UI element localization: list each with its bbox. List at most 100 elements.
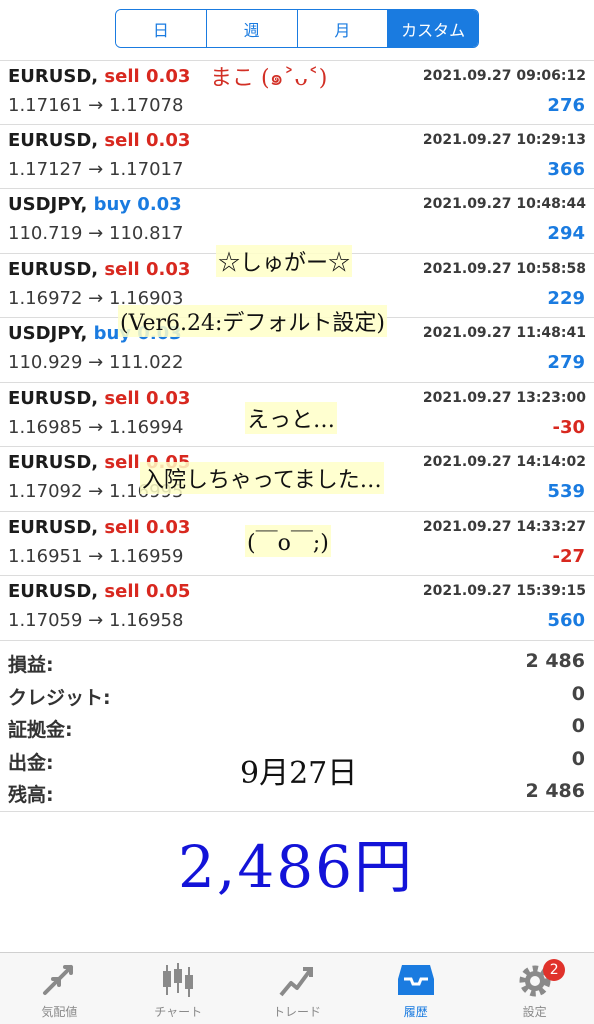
handwritten-version-note: (Ver6.24:デフォルト設定) bbox=[118, 305, 387, 337]
summary-label: 損益: bbox=[8, 654, 54, 676]
trade-symbol: USDJPY, buy 0.03 bbox=[8, 194, 182, 215]
trade-symbol: EURUSD, sell 0.05 bbox=[8, 581, 190, 602]
trade-close-price: 111.022 bbox=[109, 352, 184, 373]
trade-close-price: 1.16959 bbox=[109, 545, 184, 567]
trade-close-price: 1.16958 bbox=[109, 610, 184, 631]
trade-symbol-name: EURUSD, bbox=[8, 129, 99, 151]
summary-value: 2 486 bbox=[525, 650, 586, 672]
trade-symbol-name: EURUSD, bbox=[8, 452, 99, 473]
summary-value: 0 bbox=[571, 747, 585, 770]
trade-row[interactable]: USDJPY, buy 0.03 2021.09.27 10:48:44 110.7… bbox=[0, 189, 594, 254]
trade-arrow: → bbox=[88, 95, 104, 116]
trade-datetime: 2021.09.27 14:33:27 bbox=[422, 518, 586, 535]
trade-symbol-name: EURUSD, bbox=[8, 66, 99, 87]
period-tab-day[interactable]: 日 bbox=[116, 10, 206, 47]
handwritten-yen-total: 2,486円 bbox=[178, 833, 415, 901]
trade-arrow: → bbox=[88, 223, 104, 244]
bottom-tab-bar: 気配値 チャート トレード 履歴 設定 2 bbox=[0, 952, 594, 1024]
trade-profit: 366 bbox=[547, 158, 585, 180]
trade-datetime: 2021.09.27 11:48:41 bbox=[422, 325, 586, 341]
trade-profit: 276 bbox=[547, 95, 585, 116]
trade-row[interactable]: EURUSD, sell 0.03 2021.09.27 10:29:13 1.17… bbox=[0, 125, 594, 189]
summary-value: 0 bbox=[571, 682, 585, 705]
trade-arrow: → bbox=[88, 545, 104, 567]
handwritten-etto-note: えっと… bbox=[245, 402, 338, 434]
trade-side-volume: sell 0.03 bbox=[104, 129, 191, 151]
trade-close-price: 1.17078 bbox=[109, 95, 184, 116]
trade-open-price: 1.16985 bbox=[8, 416, 83, 438]
trade-arrow: → bbox=[88, 610, 104, 631]
trade-symbol: EURUSD, sell 0.03 bbox=[8, 259, 190, 280]
tab-trade[interactable]: トレード bbox=[238, 953, 357, 1024]
summary-row: クレジット: 0 bbox=[0, 679, 594, 712]
period-tab-month[interactable]: 月 bbox=[296, 10, 388, 47]
summary-row: 損益: 2 486 bbox=[0, 646, 594, 679]
trade-prices: 110.719 → 110.817 bbox=[8, 223, 183, 244]
trade-prices: 1.17161 → 1.17078 bbox=[8, 95, 183, 116]
trade-prices: 1.16951 → 1.16959 bbox=[8, 546, 183, 567]
trade-prices: 110.929 → 111.022 bbox=[8, 352, 183, 373]
trade-symbol: EURUSD, sell 0.03 bbox=[8, 517, 190, 538]
trade-arrow: → bbox=[88, 481, 104, 502]
trade-trend-icon bbox=[279, 967, 313, 997]
summary-label: 出金: bbox=[8, 751, 54, 774]
trade-datetime: 2021.09.27 10:58:58 bbox=[422, 260, 586, 277]
trade-symbol: EURUSD, sell 0.03 bbox=[8, 130, 190, 151]
trade-profit: 539 bbox=[547, 481, 585, 502]
trade-datetime: 2021.09.27 10:48:44 bbox=[422, 196, 586, 212]
trade-datetime: 2021.09.27 15:39:15 bbox=[422, 583, 586, 599]
tab-settings-label: 設定 bbox=[522, 1005, 547, 1019]
trade-row[interactable]: EURUSD, sell 0.05 2021.09.27 15:39:15 1.17… bbox=[0, 576, 594, 641]
tab-history[interactable]: 履歴 bbox=[356, 953, 475, 1024]
trade-open-price: 1.17059 bbox=[8, 610, 83, 631]
tab-quotes[interactable]: 気配値 bbox=[0, 953, 119, 1024]
handwritten-date-note: 9月27日 bbox=[240, 756, 358, 791]
trade-close-price: 1.17017 bbox=[109, 158, 184, 180]
history-screen: 日 週 月 カスタム EURUSD, sell 0.03 2021.09.27 0… bbox=[0, 0, 594, 1024]
trade-symbol-name: EURUSD, bbox=[8, 581, 99, 602]
tab-history-label: 履歴 bbox=[403, 1005, 428, 1019]
summary-value: 2 486 bbox=[525, 780, 586, 802]
trade-arrow: → bbox=[88, 158, 104, 180]
handwritten-author-note: まこ (๑˃ᴗ˂) bbox=[210, 66, 328, 91]
history-inbox-icon bbox=[397, 965, 434, 995]
trade-datetime: 2021.09.27 14:14:02 bbox=[422, 454, 586, 470]
trade-profit: 560 bbox=[547, 610, 585, 631]
trade-arrow: → bbox=[88, 416, 104, 438]
tab-trade-label: トレード bbox=[272, 1005, 321, 1019]
trade-side-volume: sell 0.03 bbox=[104, 387, 191, 409]
trade-close-price: 1.16994 bbox=[109, 416, 184, 438]
trade-open-price: 1.17092 bbox=[8, 481, 83, 502]
period-tab-custom[interactable]: カスタム bbox=[387, 10, 478, 47]
trade-profit: 229 bbox=[547, 287, 585, 309]
trade-prices: 1.17059 → 1.16958 bbox=[8, 610, 183, 631]
tab-chart-label: チャート bbox=[154, 1005, 203, 1019]
trade-symbol-name: EURUSD, bbox=[8, 387, 99, 409]
summary-label: 残高: bbox=[8, 784, 54, 806]
handwritten-hospital-note: 入院しちゃってました… bbox=[140, 462, 384, 494]
trade-open-price: 1.16951 bbox=[8, 545, 83, 567]
tab-settings[interactable]: 設定 2 bbox=[475, 953, 594, 1024]
trade-open-price: 1.17161 bbox=[8, 95, 83, 116]
summary-label: 証拠金: bbox=[8, 719, 73, 741]
trade-arrow: → bbox=[88, 287, 104, 309]
trade-datetime: 2021.09.27 09:06:12 bbox=[422, 68, 586, 84]
period-segmented-control: 日 週 月 カスタム bbox=[115, 9, 479, 48]
trade-profit: -27 bbox=[552, 545, 585, 567]
candlestick-chart-icon bbox=[163, 963, 194, 997]
trade-symbol: EURUSD, sell 0.03 bbox=[8, 66, 190, 87]
summary-row: 証拠金: 0 bbox=[0, 711, 594, 744]
tab-chart[interactable]: チャート bbox=[119, 953, 238, 1024]
trade-open-price: 110.929 bbox=[8, 352, 83, 373]
trade-close-price: 110.817 bbox=[109, 223, 184, 244]
summary-value: 0 bbox=[571, 715, 585, 737]
handwritten-title-note: ☆しゅがー☆ bbox=[216, 245, 353, 277]
summary-label: クレジット: bbox=[8, 686, 111, 709]
trade-open-price: 1.16972 bbox=[8, 287, 83, 309]
period-tab-week[interactable]: 週 bbox=[205, 10, 297, 47]
trade-side-volume: buy 0.03 bbox=[93, 194, 182, 215]
trade-side-volume: sell 0.05 bbox=[104, 581, 191, 602]
trade-profit: 294 bbox=[547, 223, 585, 244]
trade-datetime: 2021.09.27 13:23:00 bbox=[422, 389, 586, 406]
trade-open-price: 1.17127 bbox=[8, 158, 83, 180]
